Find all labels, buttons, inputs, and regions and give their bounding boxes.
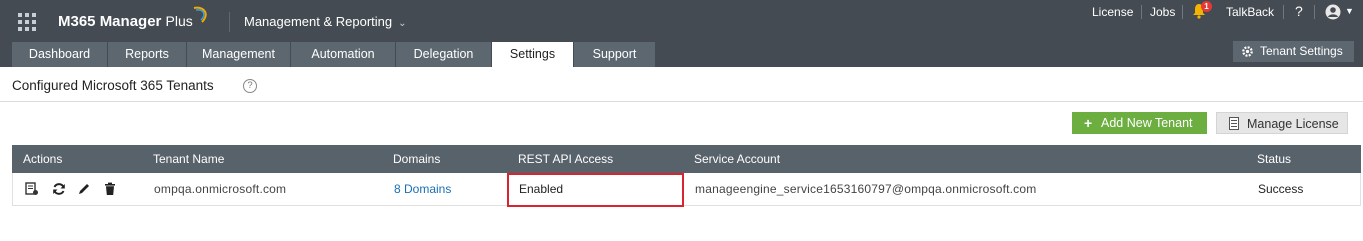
delete-trash-icon[interactable]	[103, 182, 117, 196]
tab-settings[interactable]: Settings	[492, 42, 573, 67]
document-icon	[1229, 117, 1239, 130]
plus-icon: +	[1084, 115, 1093, 131]
refresh-icon[interactable]	[52, 182, 66, 196]
tenant-name-cell: ompqa.onmicrosoft.com	[154, 182, 287, 196]
tab-delegation[interactable]: Delegation	[396, 42, 491, 67]
column-header-tenant-name[interactable]: Tenant Name	[153, 145, 224, 173]
app-logo[interactable]: M365 Manager Plus	[58, 13, 193, 30]
column-header-status[interactable]: Status	[1257, 145, 1291, 173]
user-chevron-down-icon[interactable]: ▼	[1345, 6, 1354, 16]
page-title: Configured Microsoft 365 Tenants	[12, 78, 214, 93]
tab-reports[interactable]: Reports	[108, 42, 186, 67]
tenant-settings-label: Tenant Settings	[1260, 44, 1343, 58]
module-label: Management & Reporting	[244, 14, 393, 29]
notification-badge: 1	[1201, 1, 1212, 12]
column-header-rest-api-access[interactable]: REST API Access	[518, 145, 613, 173]
highlight-box	[507, 173, 684, 207]
column-header-actions: Actions	[23, 152, 63, 166]
brand-plus: Plus	[165, 13, 193, 29]
view-details-icon[interactable]	[25, 182, 39, 196]
column-header-service-account[interactable]: Service Account	[694, 145, 780, 173]
divider	[0, 101, 1363, 102]
link-divider	[1283, 5, 1284, 19]
chevron-down-icon: ⌄	[398, 18, 407, 29]
module-selector[interactable]: Management & Reporting ⌄	[244, 14, 407, 29]
link-divider	[1182, 5, 1183, 19]
gear-icon	[1242, 46, 1253, 57]
manage-license-label: Manage License	[1247, 117, 1339, 131]
link-divider	[1314, 5, 1315, 19]
logo-swoosh-icon	[193, 6, 207, 23]
table-row: ompqa.onmicrosoft.com 8 Domains Enabled …	[12, 173, 1361, 206]
tab-management[interactable]: Management	[187, 42, 290, 67]
license-link[interactable]: License	[1092, 5, 1133, 19]
talkback-link[interactable]: TalkBack	[1226, 5, 1274, 19]
edit-pencil-icon[interactable]	[77, 182, 91, 196]
add-new-tenant-button[interactable]: + Add New Tenant	[1072, 112, 1207, 134]
tenant-settings-button[interactable]: Tenant Settings	[1233, 41, 1354, 62]
header-divider	[229, 12, 230, 32]
tab-automation[interactable]: Automation	[291, 42, 395, 67]
brand-name: M365 Manager	[58, 13, 162, 30]
service-account-cell: manageengine_service1653160797@ompqa.onm…	[695, 182, 1037, 196]
top-bar: M365 Manager Plus Management & Reporting…	[0, 0, 1363, 67]
user-avatar-icon[interactable]	[1325, 4, 1341, 20]
column-header-domains[interactable]: Domains	[393, 145, 440, 173]
tab-support[interactable]: Support	[574, 42, 655, 67]
table-header: Actions Tenant Name Domains REST API Acc…	[12, 145, 1361, 173]
help-circle-icon[interactable]: ?	[243, 79, 257, 93]
help-icon[interactable]: ?	[1295, 3, 1303, 19]
tab-dashboard[interactable]: Dashboard	[12, 42, 107, 67]
add-new-tenant-label: Add New Tenant	[1101, 116, 1193, 130]
domains-link[interactable]: 8 Domains	[394, 173, 451, 205]
main-tabs: Dashboard Reports Management Automation …	[12, 42, 656, 67]
jobs-link[interactable]: Jobs	[1150, 5, 1175, 19]
manage-license-button[interactable]: Manage License	[1216, 112, 1348, 134]
status-cell: Success	[1258, 182, 1304, 196]
app-grid-icon[interactable]	[18, 13, 36, 31]
link-divider	[1141, 5, 1142, 19]
